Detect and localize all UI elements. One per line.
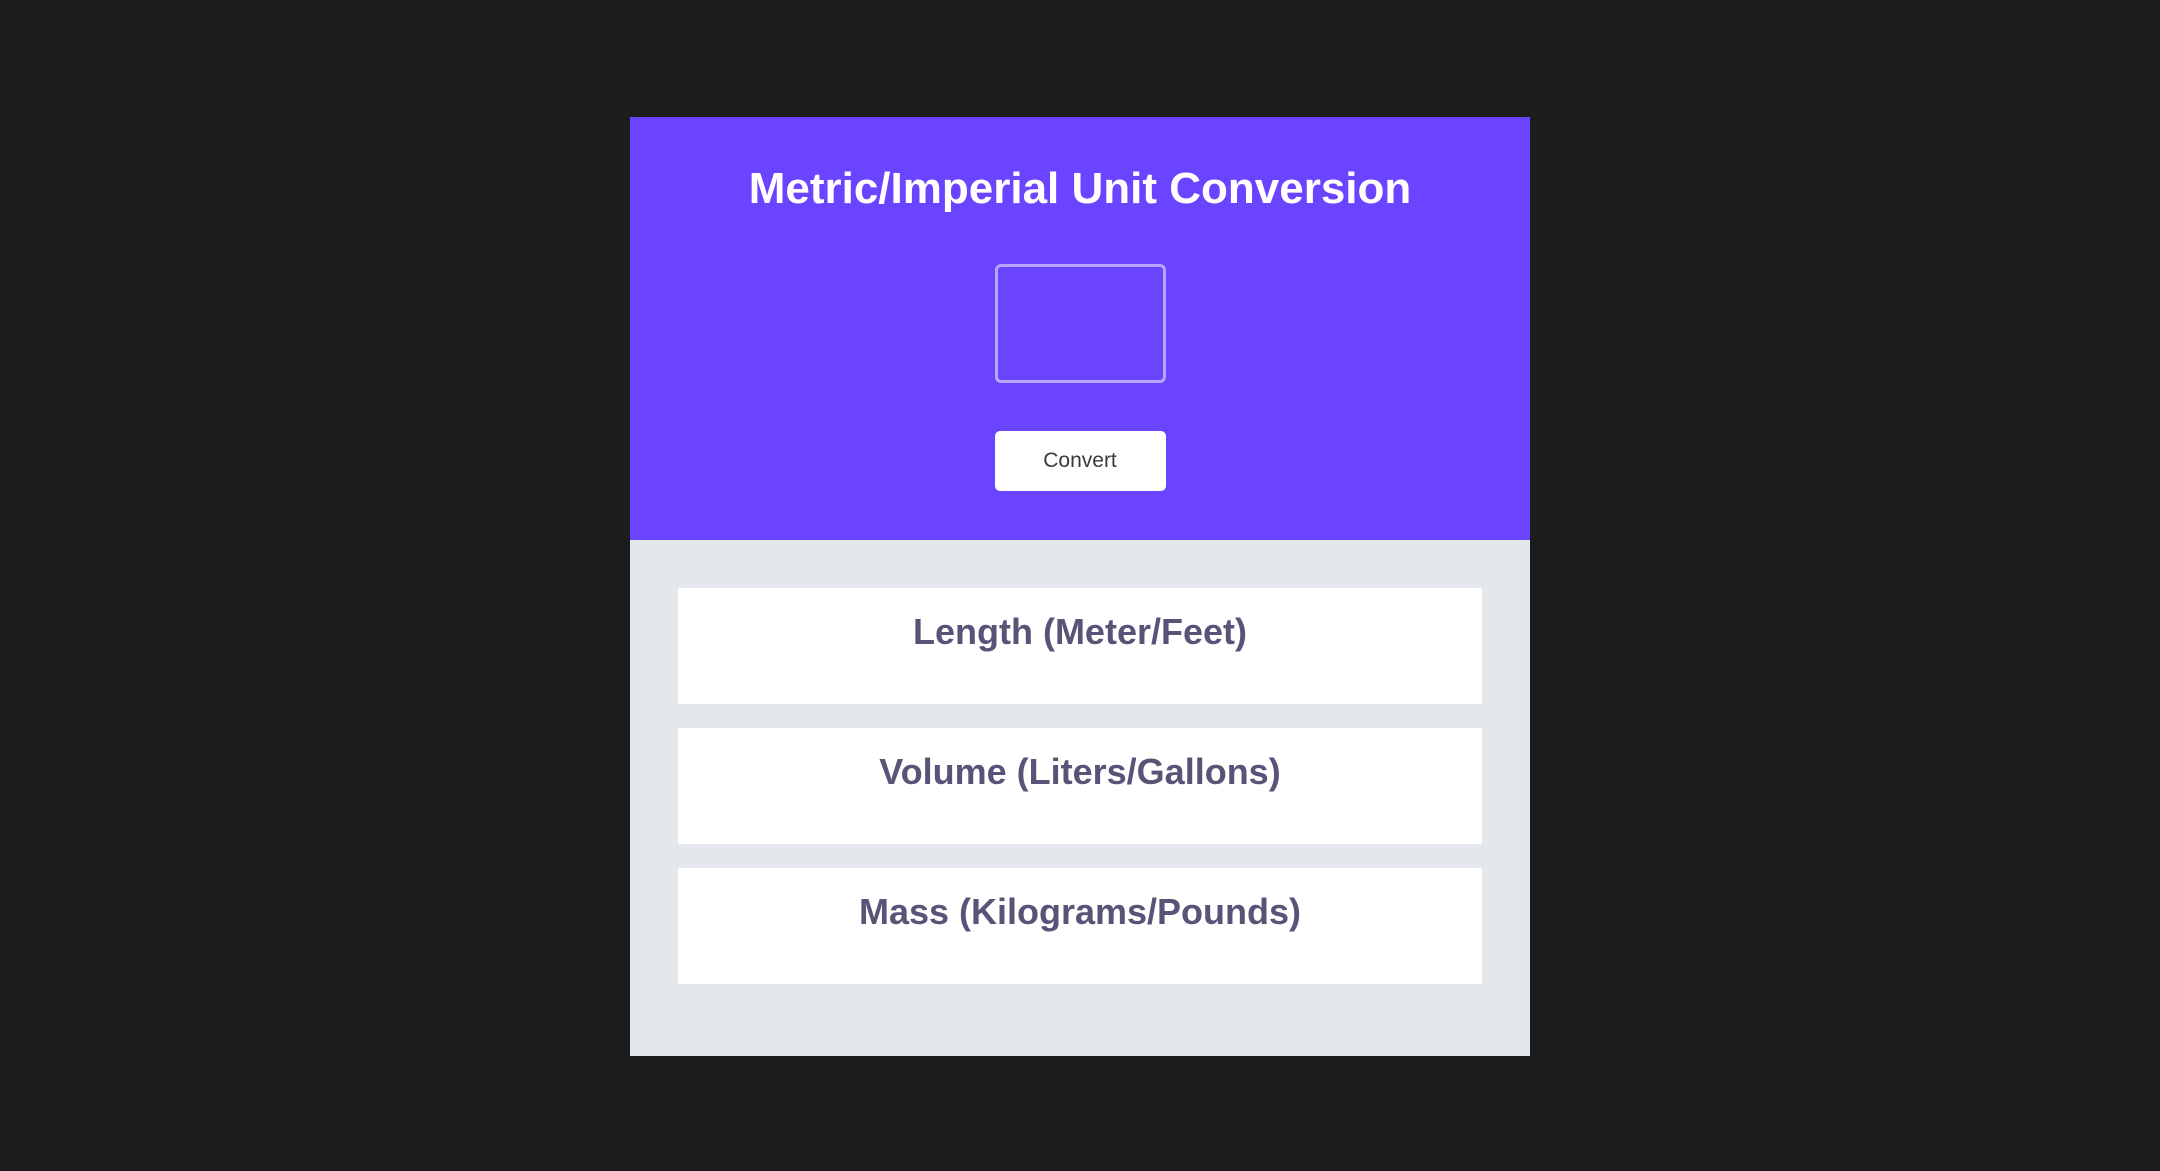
result-card-mass: Mass (Kilograms/Pounds): [678, 868, 1482, 984]
results-section: Length (Meter/Feet) Volume (Liters/Gallo…: [630, 540, 1530, 984]
result-title-volume: Volume (Liters/Gallons): [879, 751, 1281, 792]
page-title: Metric/Imperial Unit Conversion: [748, 164, 1412, 213]
converter-app: Metric/Imperial Unit Conversion Convert …: [630, 117, 1530, 1056]
result-title-mass: Mass (Kilograms/Pounds): [858, 891, 1302, 932]
value-input[interactable]: [994, 264, 1166, 384]
header-section: Metric/Imperial Unit Conversion Convert: [630, 117, 1530, 540]
result-title-length: Length (Meter/Feet): [912, 611, 1247, 652]
result-card-length: Length (Meter/Feet): [678, 588, 1482, 704]
convert-button[interactable]: Convert: [994, 431, 1166, 492]
result-card-volume: Volume (Liters/Gallons): [678, 728, 1482, 844]
